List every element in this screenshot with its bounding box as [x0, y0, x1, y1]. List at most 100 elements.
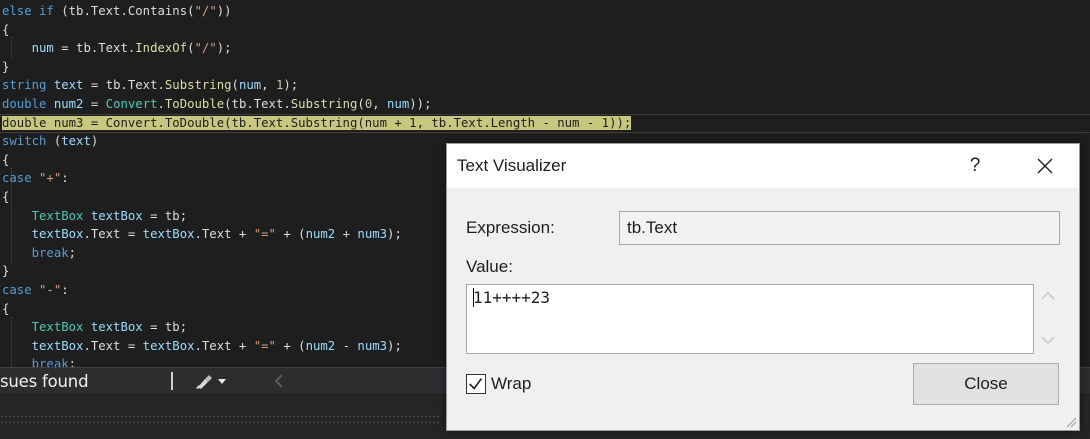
code-token: .Text = [83, 227, 143, 242]
code-line[interactable]: else if (tb.Text.Contains("/")) [2, 2, 232, 21]
code-token: ); [387, 338, 402, 353]
code-token: "=" [253, 338, 276, 353]
code-token: textBox [90, 320, 143, 335]
code-token: else if [2, 4, 62, 18]
code-token: = tb.Text. [53, 41, 136, 56]
code-token: double num3 = Convert.ToDouble(tb.Text.S… [2, 115, 632, 130]
help-button[interactable]: ? [955, 148, 995, 184]
code-line[interactable]: { [2, 21, 9, 40]
code-line[interactable]: { [2, 188, 9, 207]
chevron-down-icon[interactable] [218, 379, 226, 384]
code-token: num2 [305, 338, 336, 353]
checkmark-icon [469, 378, 483, 390]
code-token: { [2, 301, 10, 316]
text-visualizer-dialog: Text Visualizer ? Expression: tb.Text Va… [446, 143, 1080, 431]
code-token: string [2, 78, 54, 93]
code-line[interactable]: TextBox textBox = tb; [2, 207, 187, 226]
code-token: "=" [253, 227, 276, 242]
code-line[interactable]: textBox.Text = textBox.Text + "=" + (num… [2, 337, 402, 356]
brush-icon[interactable] [194, 372, 230, 390]
close-button[interactable]: Close [913, 363, 1059, 405]
code-token: ); [387, 227, 402, 242]
code-token: case [2, 171, 40, 186]
wrap-label[interactable]: Wrap [491, 374, 531, 394]
issues-status-text[interactable]: sues found [0, 372, 89, 391]
code-token: { [2, 190, 10, 204]
code-token: ToDouble [164, 97, 225, 111]
dialog-titlebar[interactable]: Text Visualizer ? [447, 144, 1079, 188]
code-token: textBox [90, 208, 143, 223]
code-line[interactable]: break; [2, 244, 76, 263]
dialog-title: Text Visualizer [457, 156, 567, 175]
code-line[interactable]: case "+": [2, 169, 69, 188]
arrow-left-icon[interactable] [274, 374, 284, 388]
code-token: num3 [357, 338, 388, 353]
code-token: ( [187, 41, 195, 56]
code-token: )) [216, 4, 232, 18]
code-line[interactable]: double num3 = Convert.ToDouble(tb.Text.S… [2, 114, 632, 133]
code-token: TextBox [2, 208, 91, 223]
code-token: break [2, 245, 69, 260]
code-token: case [2, 283, 40, 297]
code-token: - [335, 338, 358, 353]
expression-label: Expression: [466, 218, 555, 237]
code-token: , [372, 97, 388, 111]
code-line[interactable]: textBox.Text = textBox.Text + "=" + (num… [2, 225, 402, 244]
value-label: Value: [466, 257, 513, 276]
code-token: ) [90, 134, 99, 149]
code-token: + ( [275, 338, 306, 353]
code-token: textBox [142, 338, 195, 353]
code-line[interactable]: } [2, 262, 9, 281]
code-token: num [238, 78, 262, 93]
code-line[interactable]: string text = tb.Text.Substring(num, 1); [2, 76, 298, 95]
code-line[interactable]: } [2, 58, 9, 77]
code-token: { [2, 152, 10, 167]
brush-glyph [196, 375, 212, 389]
code-token: .Text = [83, 338, 143, 353]
code-token: = [83, 97, 106, 111]
code-token: { [2, 22, 10, 37]
scroll-up-icon[interactable] [1041, 290, 1055, 302]
code-line[interactable]: { [2, 151, 9, 170]
code-token: "/" [194, 4, 217, 18]
code-token: : [61, 171, 69, 186]
code-line[interactable]: case "-": [2, 281, 69, 300]
code-line[interactable]: num = tb.Text.IndexOf("/"); [2, 39, 232, 58]
code-line[interactable]: switch (text) [2, 132, 98, 151]
code-token: . [157, 97, 165, 111]
code-token: ( [357, 97, 365, 111]
resize-grip-icon[interactable] [1065, 416, 1077, 428]
code-token: num2 [305, 227, 336, 242]
code-line[interactable]: { [2, 300, 9, 319]
code-token: ); [283, 78, 299, 93]
code-token: : [61, 283, 69, 297]
code-token: TextBox [2, 320, 91, 335]
code-token: } [2, 264, 10, 279]
code-token: num3 [357, 227, 388, 242]
panel-divider [0, 415, 440, 418]
wrap-checkbox[interactable] [466, 374, 486, 394]
code-token: text [61, 134, 91, 149]
code-token: "+" [39, 171, 62, 186]
code-token: .Text + [194, 227, 254, 242]
code-token: textBox [142, 227, 195, 242]
code-token: Substring [164, 78, 232, 93]
code-token: "/" [194, 41, 217, 56]
code-token: double [2, 97, 54, 111]
value-textarea[interactable]: 11++++23 [466, 284, 1034, 354]
code-token: switch [2, 134, 54, 149]
text-caret [473, 288, 474, 307]
code-token: num [387, 97, 410, 111]
code-line[interactable]: double num2 = Convert.ToDouble(tb.Text.S… [2, 95, 431, 114]
code-token: textBox [2, 227, 84, 242]
code-token: "-" [39, 283, 62, 297]
code-line[interactable]: TextBox textBox = tb; [2, 318, 187, 337]
code-token: = tb; [142, 208, 188, 223]
panel-divider [0, 421, 440, 424]
scroll-down-icon[interactable] [1041, 334, 1055, 346]
code-token: = tb; [142, 320, 188, 335]
code-token: } [2, 59, 10, 74]
code-token: (tb.Text. [61, 4, 128, 18]
close-icon[interactable] [1023, 148, 1067, 184]
expression-field[interactable]: tb.Text [619, 211, 1060, 245]
